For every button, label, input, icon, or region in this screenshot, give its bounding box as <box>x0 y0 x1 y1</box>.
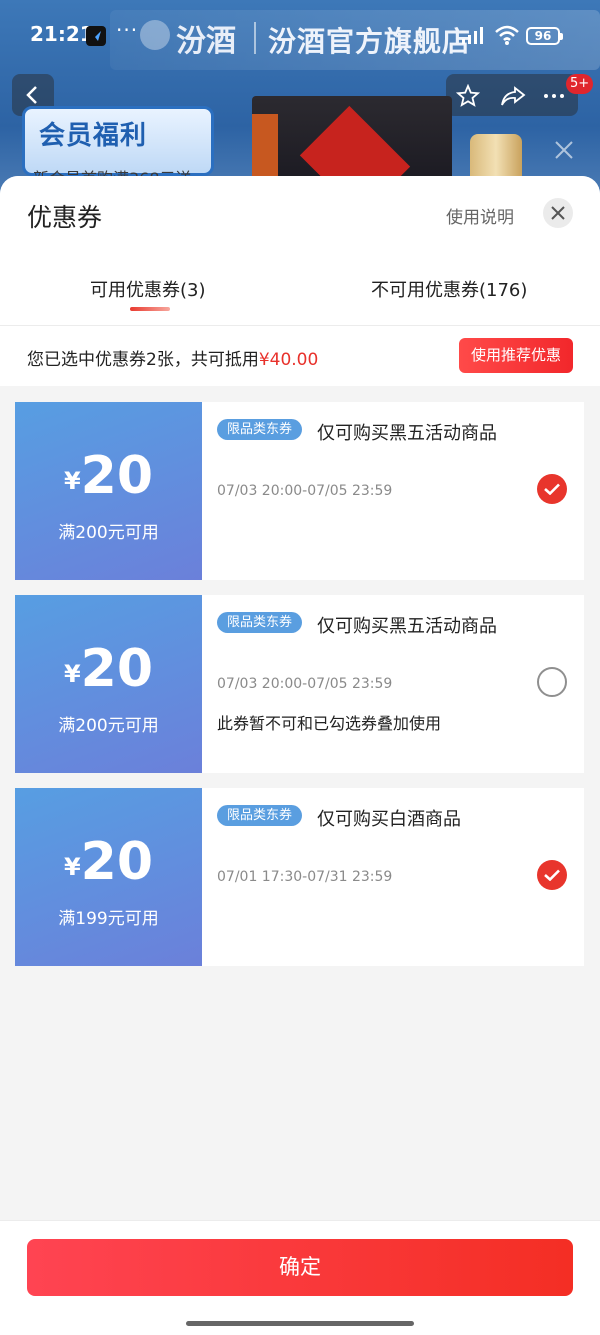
close-icon <box>551 206 565 220</box>
coupon-amount: 20 <box>80 639 154 699</box>
summary-amount: ¥40.00 <box>258 350 319 370</box>
battery-icon: 96 <box>526 27 563 45</box>
coupon-amount: 20 <box>80 446 154 506</box>
coupon-value-panel: ¥20 满200元可用 <box>11 595 202 773</box>
coupon-value: ¥20 <box>15 639 202 699</box>
coupon-condition: 满199元可用 <box>58 909 159 929</box>
check-icon <box>544 869 560 881</box>
store-name: 汾酒官方旗舰店 <box>268 25 472 58</box>
more-notifications-icon: ··· <box>116 18 139 42</box>
selection-summary: 您已选中优惠券2张，共可抵用¥40.00 <box>27 345 318 370</box>
coupon-card[interactable]: ¥20 满200元可用 限品类东券 仅可购买黑五活动商品 07/03 20:00… <box>11 402 584 580</box>
coupon-value: ¥20 <box>15 446 202 506</box>
promo-title: 会员福利 <box>39 121 148 151</box>
coupon-value: ¥20 <box>15 832 202 892</box>
coupon-validity: 07/03 20:00-07/05 23:59 <box>217 483 393 499</box>
coupon-amount: 20 <box>80 832 154 892</box>
tab-available-coupons[interactable]: 可用优惠券(3) <box>90 276 206 302</box>
coupon-validity: 07/01 17:30-07/31 23:59 <box>217 869 393 885</box>
coupon-condition: 满200元可用 <box>58 523 159 543</box>
member-promo-banner: 会员福利 新会员首购满368元送 <box>22 106 214 188</box>
close-icon <box>555 141 573 159</box>
usage-instructions-link[interactable]: 使用说明 <box>446 203 514 228</box>
brand-logo-icon <box>140 20 170 50</box>
summary-text: 您已选中优惠券2张，共可抵用 <box>27 350 259 370</box>
currency-symbol: ¥ <box>63 467 81 495</box>
sheet-title: 优惠券 <box>27 203 103 232</box>
coupon-value-panel: ¥20 满199元可用 <box>11 788 202 966</box>
coupon-sheet: 优惠券 使用说明 可用优惠券(3) 不可用优惠券(176) 您已选中优惠券2张，… <box>0 176 600 1335</box>
status-bar: 21:21 ··· 汾酒 汾酒官方旗舰店 96 <box>0 0 600 72</box>
currency-symbol: ¥ <box>63 660 81 688</box>
close-button[interactable] <box>543 198 573 228</box>
app-notification-icon <box>86 26 106 46</box>
nav-action-group <box>446 74 578 116</box>
coupon-card[interactable]: ¥20 满199元可用 限品类东券 仅可购买白酒商品 07/01 17:30-0… <box>11 788 584 966</box>
coupon-tag: 限品类东券 <box>217 419 303 440</box>
sheet-header: 优惠券 使用说明 可用优惠券(3) 不可用优惠券(176) 您已选中优惠券2张，… <box>0 176 600 386</box>
coupon-card[interactable]: ¥20 满200元可用 限品类东券 仅可购买黑五活动商品 07/03 20:00… <box>11 595 584 773</box>
brand-script-logo: 汾酒 <box>176 24 236 59</box>
cart-count-badge: 5+ <box>566 74 594 94</box>
home-indicator[interactable] <box>186 1321 414 1326</box>
coupon-condition: 满200元可用 <box>58 716 159 736</box>
wifi-icon <box>495 25 519 45</box>
coupon-checkbox-checked[interactable] <box>537 474 567 504</box>
coupon-description: 仅可购买白酒商品 <box>317 809 461 830</box>
confirm-button[interactable]: 确定 <box>27 1239 573 1296</box>
coupon-description: 仅可购买黑五活动商品 <box>317 616 497 637</box>
divider <box>0 325 600 326</box>
active-tab-indicator <box>130 307 170 311</box>
coupon-value-panel: ¥20 满200元可用 <box>11 402 202 580</box>
signal-icon <box>462 27 483 44</box>
tab-unavailable-coupons[interactable]: 不可用优惠券(176) <box>371 276 527 302</box>
sheet-footer: 确定 <box>0 1220 600 1335</box>
coupon-stacking-note: 此券暂不可和已勾选券叠加使用 <box>217 714 442 733</box>
brand-divider <box>254 22 256 54</box>
star-icon[interactable] <box>456 84 480 108</box>
currency-symbol: ¥ <box>63 853 81 881</box>
back-icon <box>26 86 37 104</box>
coupon-checkbox-unchecked[interactable] <box>537 667 567 697</box>
more-icon[interactable] <box>542 84 566 108</box>
coupon-description: 仅可购买黑五活动商品 <box>317 423 497 444</box>
status-time: 21:21 <box>30 22 94 46</box>
use-recommended-button[interactable]: 使用推荐优惠 <box>459 338 573 373</box>
coupon-checkbox-checked[interactable] <box>537 860 567 890</box>
coupon-tag: 限品类东券 <box>217 805 303 826</box>
share-icon[interactable] <box>500 84 526 108</box>
coupon-tag: 限品类东券 <box>217 612 303 633</box>
coupon-validity: 07/03 20:00-07/05 23:59 <box>217 676 393 692</box>
check-icon <box>544 483 560 495</box>
